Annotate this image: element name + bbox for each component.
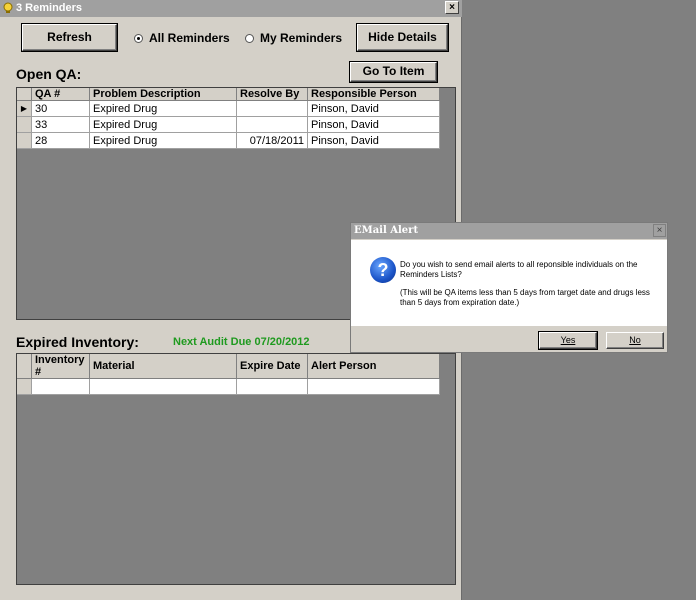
- cell-resolve-by[interactable]: 07/18/2011: [236, 132, 308, 149]
- expired-inventory-title: Expired Inventory:: [16, 334, 139, 350]
- cell-person[interactable]: Pinson, David: [307, 116, 440, 133]
- dialog-message: Do you wish to send email alerts to all …: [400, 260, 638, 279]
- table-row-new[interactable]: [17, 378, 440, 395]
- close-icon[interactable]: ×: [445, 1, 459, 14]
- refresh-button[interactable]: Refresh: [21, 23, 118, 52]
- cell-problem[interactable]: Expired Drug: [89, 100, 237, 117]
- open-qa-table: QA # Problem Description Resolve By Resp…: [17, 88, 440, 149]
- cell-expire-date[interactable]: [236, 378, 308, 395]
- current-row-icon: ▶: [17, 100, 32, 117]
- cell-alert-person[interactable]: [307, 378, 440, 395]
- cell-person[interactable]: Pinson, David: [307, 100, 440, 117]
- row-selector[interactable]: [17, 132, 32, 149]
- cell-inventory[interactable]: [31, 378, 90, 395]
- reminder-icon: [3, 2, 13, 13]
- column-header-person[interactable]: Responsible Person: [307, 88, 440, 101]
- close-icon[interactable]: ×: [653, 224, 666, 237]
- dialog-note: (This will be QA items less than 5 days …: [400, 288, 650, 307]
- table-row[interactable]: 28 Expired Drug 07/18/2011 Pinson, David: [17, 132, 440, 149]
- dialog-title-bar[interactable]: EMail Alert ×: [351, 223, 667, 239]
- cell-material[interactable]: [89, 378, 237, 395]
- column-header-alert-person[interactable]: Alert Person: [307, 354, 440, 379]
- no-label: No: [629, 335, 641, 345]
- radio-all-reminders[interactable]: All Reminders: [134, 31, 230, 45]
- column-header-inventory[interactable]: Inventory #: [31, 354, 90, 379]
- go-to-item-button[interactable]: Go To Item: [349, 61, 438, 83]
- radio-my-reminders[interactable]: My Reminders: [245, 31, 342, 45]
- cell-qa[interactable]: 30: [31, 100, 90, 117]
- title-bar[interactable]: 3 Reminders ×: [0, 0, 462, 17]
- row-selector[interactable]: [17, 116, 32, 133]
- yes-button[interactable]: Yes: [538, 331, 598, 350]
- row-selector[interactable]: [17, 378, 32, 395]
- email-alert-dialog: EMail Alert × ? Do you wish to send emai…: [350, 222, 668, 353]
- radio-label: All Reminders: [149, 31, 230, 45]
- expired-inventory-grid[interactable]: Inventory # Material Expire Date Alert P…: [16, 353, 456, 585]
- window-title: 3 Reminders: [16, 2, 83, 14]
- next-audit-note: Next Audit Due 07/20/2012: [173, 336, 310, 348]
- no-button[interactable]: No: [606, 332, 664, 349]
- column-header-expire-date[interactable]: Expire Date: [236, 354, 308, 379]
- radio-dot-selected: [134, 34, 143, 43]
- dialog-title: EMail Alert: [354, 225, 419, 236]
- column-header-qa[interactable]: QA #: [31, 88, 90, 101]
- yes-label: Yes: [560, 335, 576, 345]
- cell-problem[interactable]: Expired Drug: [89, 116, 237, 133]
- table-row[interactable]: ▶ 30 Expired Drug Pinson, David: [17, 100, 440, 117]
- open-qa-title: Open QA:: [16, 66, 82, 82]
- column-header-problem[interactable]: Problem Description: [89, 88, 237, 101]
- cell-qa[interactable]: 28: [31, 132, 90, 149]
- row-selector-header: [17, 354, 32, 379]
- cell-problem[interactable]: Expired Drug: [89, 132, 237, 149]
- question-icon: ?: [370, 257, 396, 283]
- cell-resolve-by[interactable]: [236, 116, 308, 133]
- column-header-resolve-by[interactable]: Resolve By: [236, 88, 308, 101]
- dialog-body: ? Do you wish to send email alerts to al…: [351, 240, 667, 326]
- header-row: Inventory # Material Expire Date Alert P…: [17, 354, 440, 379]
- cell-person[interactable]: Pinson, David: [307, 132, 440, 149]
- table-row[interactable]: 33 Expired Drug Pinson, David: [17, 116, 440, 133]
- column-header-material[interactable]: Material: [89, 354, 237, 379]
- cell-resolve-by[interactable]: [236, 100, 308, 117]
- radio-label: My Reminders: [260, 31, 343, 45]
- radio-dot: [245, 34, 254, 43]
- hide-details-button[interactable]: Hide Details: [356, 23, 449, 52]
- header-row: QA # Problem Description Resolve By Resp…: [17, 88, 440, 101]
- cell-qa[interactable]: 33: [31, 116, 90, 133]
- row-selector-header: [17, 88, 32, 101]
- expired-inventory-table: Inventory # Material Expire Date Alert P…: [17, 354, 440, 395]
